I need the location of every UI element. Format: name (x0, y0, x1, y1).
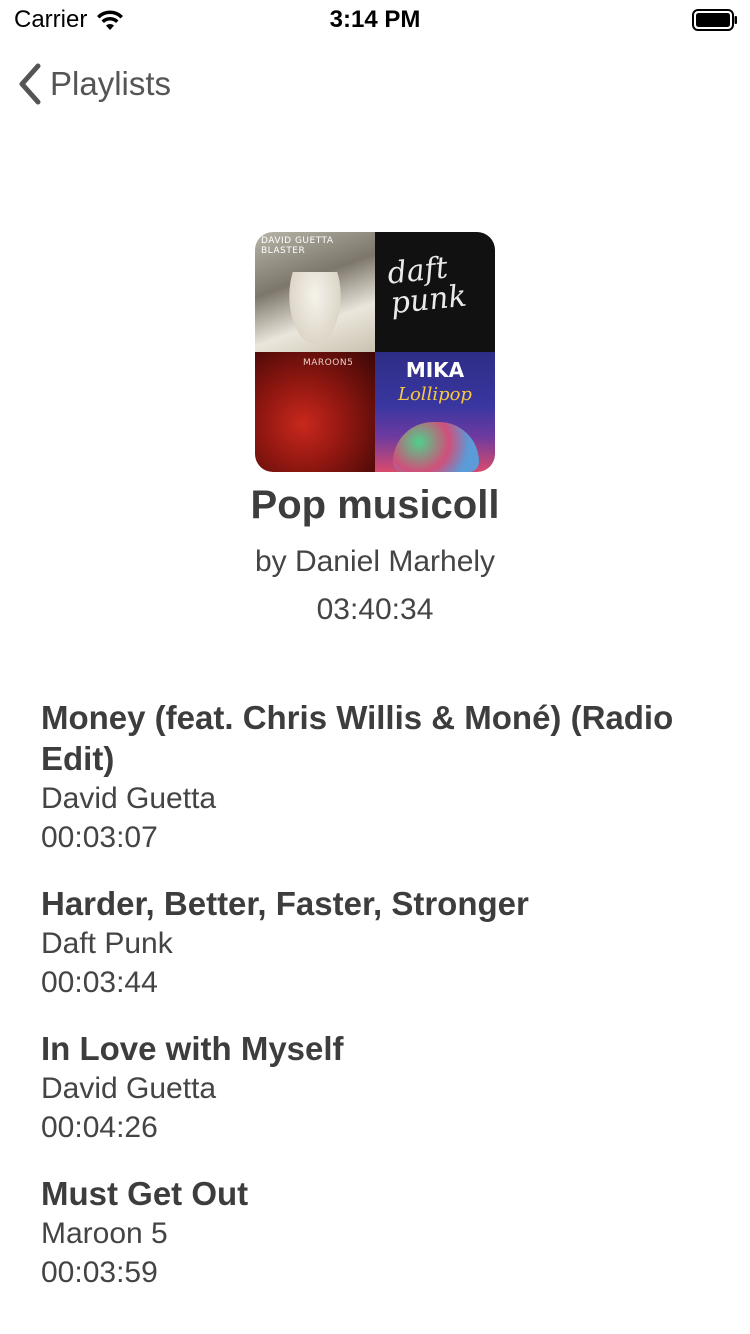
playlist-owner: by Daniel Marhely (254, 545, 496, 578)
back-button[interactable]: Playlists (14, 62, 171, 106)
track-list: Money (feat. Chris Willis & Moné) (Radio… (41, 697, 681, 1318)
track-artist: David Guetta (41, 782, 217, 815)
playlist-duration: 03:40:34 (316, 593, 434, 626)
track-row[interactable]: Must Get Out Maroon 5 00:03:59 (41, 1173, 681, 1292)
tile-4-title: MIKA (405, 358, 465, 382)
track-artist: David Guetta (41, 1072, 217, 1105)
battery-icon (692, 9, 737, 31)
track-title: In Love with Myself (41, 1030, 344, 1067)
chevron-left-icon (19, 63, 41, 105)
daft-punk-discovery-cover: daft punk (375, 232, 495, 352)
tile-1-text: DAVID GUETTA BLASTER (261, 236, 334, 256)
track-duration: 00:03:07 (41, 821, 158, 854)
status-bar: Carrier 3:14 PM (0, 0, 750, 40)
track-duration: 00:03:44 (41, 966, 158, 999)
maroon-5-songs-about-jane-cover: MAROON5 (255, 352, 375, 472)
david-guetta-blaster-cover: DAVID GUETTA BLASTER (255, 232, 375, 352)
track-row[interactable]: In Love with Myself David Guetta 00:04:2… (41, 1028, 681, 1147)
tile-2-text: daft punk (385, 250, 469, 322)
playlist-artwork: DAVID GUETTA BLASTER daft punk MAROON5 M… (255, 232, 495, 472)
track-artist: Daft Punk (41, 927, 173, 960)
track-title: Must Get Out (41, 1175, 249, 1212)
playlist-title: Pop musicoll (250, 483, 500, 527)
track-row[interactable]: Money (feat. Chris Willis & Moné) (Radio… (41, 697, 681, 857)
track-row[interactable]: Harder, Better, Faster, Stronger Daft Pu… (41, 883, 681, 1002)
tile-4-subtitle: Lollipop (398, 384, 472, 405)
track-artist: Maroon 5 (41, 1217, 168, 1250)
tile-3-text: MAROON5 (303, 358, 354, 368)
track-duration: 00:03:59 (41, 1256, 158, 1289)
mika-lollipop-cover: MIKA Lollipop (375, 352, 495, 472)
back-label: Playlists (50, 65, 172, 102)
track-duration: 00:04:26 (41, 1111, 158, 1144)
track-title: Harder, Better, Faster, Stronger (41, 885, 529, 922)
status-time: 3:14 PM (329, 6, 421, 33)
track-title: Money (feat. Chris Willis & Moné) (Radio… (41, 699, 674, 777)
